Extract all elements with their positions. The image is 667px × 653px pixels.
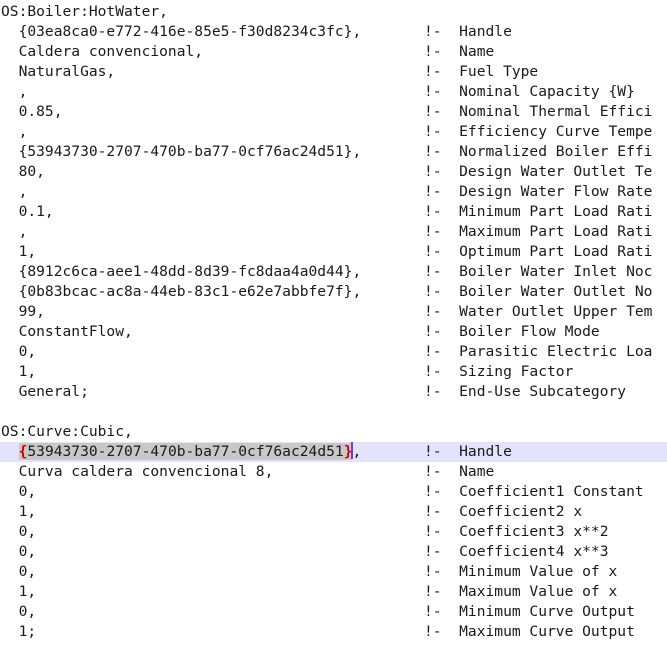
field-comment: !- Fuel Type [424, 63, 539, 80]
field-comment: !- Minimum Value of x [424, 563, 618, 580]
code-line-text: 80, [1, 163, 45, 180]
field-comment: !- Maximum Part Load Rati [424, 223, 653, 240]
code-line-text: {53943730-2707-470b-ba77-0cf76ac24d51}, [1, 442, 361, 462]
field-comment: !- End-Use Subcategory [424, 383, 627, 400]
field-comment: !- Coefficient4 x**3 [424, 543, 609, 560]
idf-text-editor[interactable]: OS:Boiler:HotWater, {03ea8ca0-e772-416e-… [0, 0, 667, 653]
guid-value: 53943730-2707-470b-ba77-0cf76ac24d51 [27, 443, 344, 460]
code-line-text: NaturalGas, [1, 63, 116, 80]
code-line[interactable]: General; !- End-Use Subcategory [0, 382, 667, 402]
code-line-text: 1, [1, 583, 37, 600]
code-line-text: {8912c6ca-aee1-48dd-8d39-fc8daa4a0d44}, [1, 263, 362, 280]
field-comment: !- Coefficient3 x**2 [424, 523, 609, 540]
field-comment: !- Boiler Water Inlet Noc [424, 263, 653, 280]
code-line-text: ConstantFlow, [1, 323, 133, 340]
field-comment: !- Optimum Part Load Rati [424, 243, 653, 260]
line-trailing-text: , [352, 443, 362, 460]
code-line-text: 1, [1, 243, 37, 260]
code-line-text: OS:Curve:Cubic, [1, 423, 133, 440]
code-line-text: {03ea8ca0-e772-416e-85e5-f30d8234c3fc}, [1, 23, 362, 40]
field-comment: !- Design Water Outlet Te [424, 163, 653, 180]
code-line[interactable]: 80, !- Design Water Outlet Te [0, 162, 667, 182]
code-line[interactable]: {53943730-2707-470b-ba77-0cf76ac24d51},!… [0, 142, 667, 162]
field-comment: !- Coefficient2 x [424, 503, 583, 520]
code-line-text: , [1, 223, 28, 240]
code-line[interactable]: {03ea8ca0-e772-416e-85e5-f30d8234c3fc},!… [0, 22, 667, 42]
code-line[interactable]: {8912c6ca-aee1-48dd-8d39-fc8daa4a0d44},!… [0, 262, 667, 282]
code-line[interactable]: NaturalGas, !- Fuel Type [0, 62, 667, 82]
code-line[interactable]: 0.85, !- Nominal Thermal Effici [0, 102, 667, 122]
field-comment: !- Boiler Flow Mode [424, 323, 600, 340]
code-line[interactable]: 0, !- Parasitic Electric Loa [0, 342, 667, 362]
field-comment: !- Handle [424, 443, 512, 460]
field-comment: !- Boiler Water Outlet No [424, 283, 653, 300]
code-line-text: , [1, 83, 28, 100]
code-line[interactable]: 1; !- Maximum Curve Output [0, 622, 667, 642]
field-comment: !- Efficiency Curve Tempe [424, 123, 653, 140]
field-comment: !- Coefficient1 Constant [424, 483, 644, 500]
field-comment: !- Name [424, 463, 495, 480]
code-line[interactable]: 0, !- Coefficient4 x**3 [0, 542, 667, 562]
code-line-text: 0, [1, 483, 37, 500]
code-line-current[interactable]: {53943730-2707-470b-ba77-0cf76ac24d51},!… [0, 442, 667, 462]
code-line-text: General; [1, 383, 89, 400]
code-line[interactable]: , !- Nominal Capacity {W} [0, 82, 667, 102]
field-comment: !- Maximum Value of x [424, 583, 618, 600]
code-line[interactable]: 1, !- Coefficient2 x [0, 502, 667, 522]
code-line[interactable]: , !- Design Water Flow Rate [0, 182, 667, 202]
code-line[interactable]: Curva caldera convencional 8, !- Name [0, 462, 667, 482]
code-line-text: 0.1, [1, 203, 54, 220]
code-line[interactable]: 1, !- Maximum Value of x [0, 582, 667, 602]
code-line[interactable]: Caldera convencional, !- Name [0, 42, 667, 62]
code-line-text: 0, [1, 603, 37, 620]
code-area[interactable]: OS:Boiler:HotWater, {03ea8ca0-e772-416e-… [0, 2, 667, 642]
field-comment: !- Name [424, 43, 495, 60]
code-line[interactable]: 99, !- Water Outlet Upper Tem [0, 302, 667, 322]
field-comment: !- Parasitic Electric Loa [424, 343, 653, 360]
code-line-text: 0.85, [1, 103, 63, 120]
field-comment: !- Maximum Curve Output [424, 623, 635, 640]
code-line[interactable]: , !- Efficiency Curve Tempe [0, 122, 667, 142]
code-line-text: Caldera convencional, [1, 43, 204, 60]
code-line[interactable]: 0, !- Minimum Value of x [0, 562, 667, 582]
code-line-text: {0b83bcac-ac8a-44eb-83c1-e62e7abbfe7f}, [1, 283, 362, 300]
code-line-text: 1, [1, 503, 37, 520]
code-line[interactable]: 0, !- Coefficient3 x**2 [0, 522, 667, 542]
code-line[interactable]: ConstantFlow, !- Boiler Flow Mode [0, 322, 667, 342]
code-line[interactable]: OS:Curve:Cubic, [0, 422, 667, 442]
code-line-text: 1; [1, 623, 37, 640]
code-line-text: 0, [1, 563, 37, 580]
field-comment: !- Nominal Capacity {W} [424, 83, 635, 100]
selected-handle-guid[interactable]: {53943730-2707-470b-ba77-0cf76ac24d51} [18, 443, 353, 460]
field-comment: !- Sizing Factor [424, 363, 574, 380]
code-line[interactable]: 0, !- Coefficient1 Constant [0, 482, 667, 502]
code-line[interactable]: OS:Boiler:HotWater, [0, 2, 667, 22]
code-line-text: , [1, 183, 28, 200]
field-comment: !- Water Outlet Upper Tem [424, 303, 653, 320]
code-line-text: 0, [1, 543, 37, 560]
code-line-text: 0, [1, 343, 37, 360]
field-comment: !- Design Water Flow Rate [424, 183, 653, 200]
code-line-text: , [1, 123, 28, 140]
code-line[interactable]: , !- Maximum Part Load Rati [0, 222, 667, 242]
code-line-text: Curva caldera convencional 8, [1, 463, 274, 480]
code-line-text: 1, [1, 363, 37, 380]
field-comment: !- Nominal Thermal Effici [424, 103, 653, 120]
code-line[interactable]: {0b83bcac-ac8a-44eb-83c1-e62e7abbfe7f},!… [0, 282, 667, 302]
code-line[interactable]: 1, !- Sizing Factor [0, 362, 667, 382]
code-line-text: 0, [1, 523, 37, 540]
field-comment: !- Normalized Boiler Effi [424, 143, 653, 160]
field-comment: !- Minimum Part Load Rati [424, 203, 653, 220]
code-line[interactable] [0, 402, 667, 422]
code-line[interactable]: 0.1, !- Minimum Part Load Rati [0, 202, 667, 222]
code-line[interactable]: 0, !- Minimum Curve Output [0, 602, 667, 622]
field-comment: !- Handle [424, 23, 512, 40]
field-comment: !- Minimum Curve Output [424, 603, 635, 620]
code-line-text: 99, [1, 303, 45, 320]
code-line[interactable]: 1, !- Optimum Part Load Rati [0, 242, 667, 262]
code-line-text: {53943730-2707-470b-ba77-0cf76ac24d51}, [1, 143, 362, 160]
code-line-text: OS:Boiler:HotWater, [1, 3, 168, 20]
